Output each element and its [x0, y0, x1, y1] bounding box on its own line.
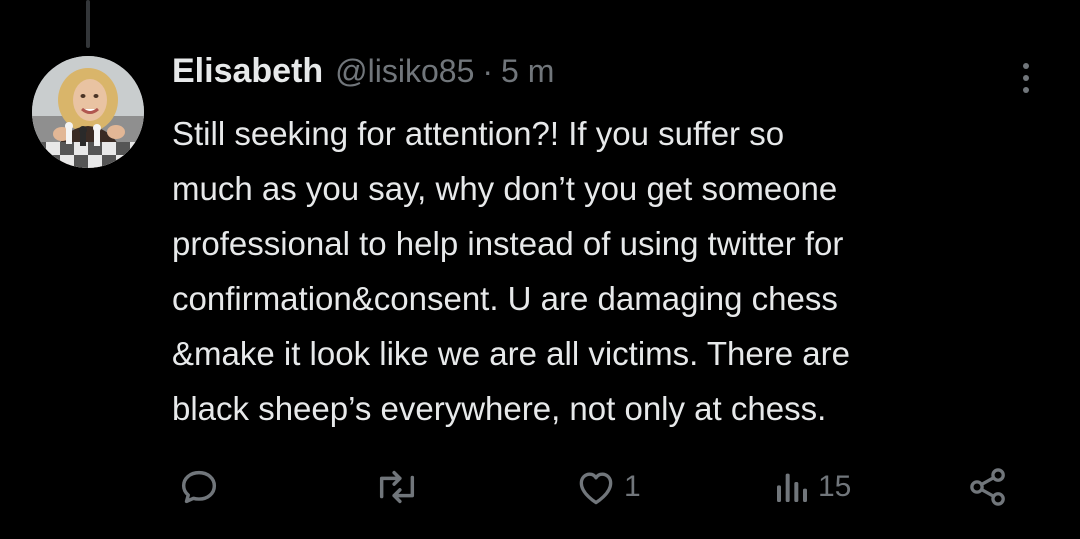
- author-handle[interactable]: @lisiko85: [335, 53, 474, 90]
- tweet-header: Elisabeth @lisiko85 · 5 m: [172, 52, 1052, 100]
- reply-icon: [181, 470, 217, 504]
- views-count: 15: [818, 470, 852, 503]
- avatar[interactable]: [32, 56, 144, 168]
- share-icon: [970, 468, 1005, 506]
- retweet-icon: [379, 470, 415, 504]
- tweet-timestamp[interactable]: 5 m: [501, 53, 554, 90]
- retweet-button[interactable]: [372, 462, 428, 512]
- thread-connector-line: [86, 0, 90, 48]
- analytics-icon: [777, 473, 807, 502]
- author-name[interactable]: Elisabeth: [172, 52, 323, 91]
- avatar-image: [32, 56, 144, 168]
- tweet-text: Still seeking for attention?! If you suf…: [172, 115, 850, 427]
- like-button[interactable]: 1: [574, 462, 641, 512]
- like-count: 1: [624, 470, 641, 503]
- views-button[interactable]: 15: [772, 462, 851, 512]
- separator-dot: ·: [482, 53, 494, 89]
- heart-icon: [579, 472, 613, 505]
- tweet-content: Elisabeth @lisiko85 · 5 m Still seeking …: [172, 52, 1052, 436]
- share-button[interactable]: [966, 462, 1016, 512]
- reply-button[interactable]: [176, 462, 228, 512]
- tweet-actions-bar: 1 15: [0, 462, 1080, 512]
